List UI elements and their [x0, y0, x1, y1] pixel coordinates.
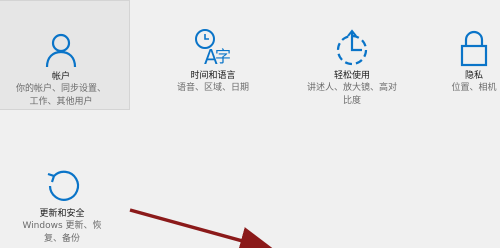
annotation-arrow	[129, 208, 275, 248]
